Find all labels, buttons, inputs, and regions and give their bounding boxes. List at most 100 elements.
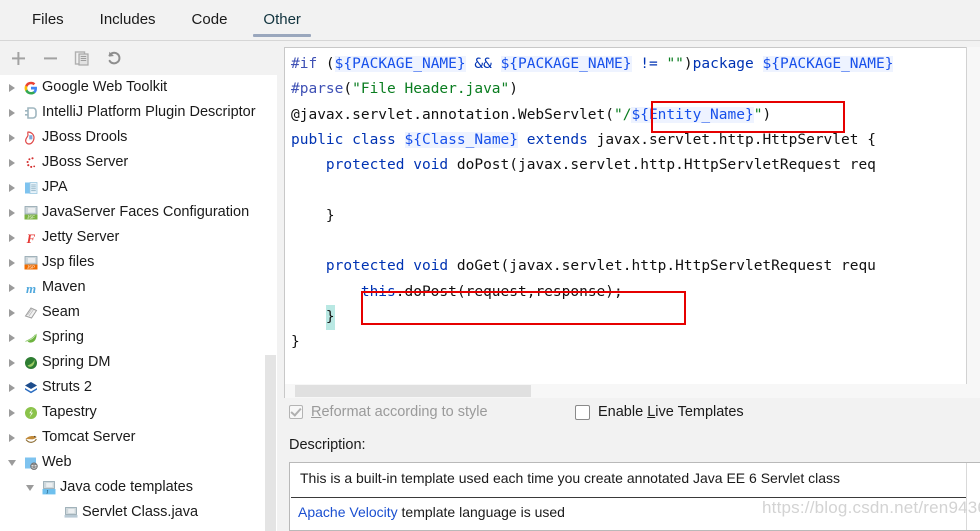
tree-item-spring[interactable]: Spring [0,325,277,350]
code-token: ) [509,81,518,98]
panel-splitter[interactable] [277,41,282,531]
tree-item-tapestry[interactable]: Tapestry [0,400,277,425]
tree-item-spring-dm[interactable]: Spring DM [0,350,277,375]
code-token: void [413,157,449,174]
chevron-right-icon[interactable] [4,400,20,425]
tab-code[interactable]: Code [174,0,246,40]
tree-item-java-code-templates[interactable]: J Java code templates [0,475,277,500]
tree-item-label: Java code templates [60,479,193,495]
chevron-down-icon[interactable] [4,450,20,475]
tab-list: Files Includes Code Other [0,0,980,40]
tree-item-seam[interactable]: Seam [0,300,277,325]
chevron-right-icon[interactable] [4,75,20,100]
description-vertical-scrollbar[interactable] [966,463,980,530]
live-templates-checkbox[interactable] [575,404,590,420]
code-token: #if [291,56,318,72]
tree-item-label: Jetty Server [42,229,120,245]
tree-item-google-web-toolkit[interactable]: Google Web Toolkit [0,75,277,100]
tree-scroll-thumb[interactable] [265,355,276,531]
add-button[interactable] [6,46,30,70]
live-templates-checkbox-row[interactable]: Enable Live Templates [575,404,744,420]
watermark: https://blog.csdn.net/ren9436 [762,498,980,517]
chevron-right-icon[interactable] [4,325,20,350]
code-token: } [291,207,335,224]
code-text: #if (${PACKAGE_NAME} && ${PACKAGE_NAME} … [291,52,894,356]
tree-item-jetty-server[interactable]: F Jetty Server [0,225,277,250]
jboss-icon [26,156,36,168]
live-templates-checkbox-label: Enable Live Templates [598,404,744,420]
code-token: ) [683,56,693,72]
tree-item-jboss-drools[interactable]: JBoss Drools [0,125,277,150]
tree-item-maven[interactable]: m Maven [0,275,277,300]
editor-horizontal-scrollbar[interactable] [284,384,980,398]
chevron-down-icon[interactable] [22,475,38,500]
tab-files[interactable]: Files [14,0,82,40]
chevron-right-icon[interactable] [4,275,20,300]
code-line: @javax.servlet.annotation.WebServlet("/$… [291,103,893,128]
tree-item-struts-2[interactable]: Struts 2 [0,375,277,400]
reformat-checkbox[interactable] [289,405,303,419]
tree-item-javaserver-faces-configuration[interactable]: JSF JavaServer Faces Configuration [0,200,277,225]
code-token: } [291,334,300,351]
tab-includes[interactable]: Includes [82,0,174,40]
chevron-right-icon[interactable] [4,425,20,450]
spring-dm-icon-wrap [20,350,42,375]
tree-item-label: JBoss Server [42,154,129,170]
chevron-right-icon[interactable] [4,225,20,250]
chevron-right-icon[interactable] [4,125,20,150]
editor-hscroll-thumb[interactable] [295,385,531,397]
file-and-code-templates-window: Files Includes Code Other Google Web Too… [0,0,980,531]
tree-item-tomcat-server[interactable]: Tomcat Server [0,425,277,450]
code-token: protected [325,258,405,275]
reformat-checkbox-row[interactable]: Reformat according to style [289,404,488,420]
chevron-right-icon[interactable] [4,350,20,375]
tab-other-label: Other [263,11,301,28]
tree-item-jpa[interactable]: JPA [0,175,277,200]
tree-vertical-scrollbar[interactable] [264,109,277,531]
chevron-right-icon[interactable] [4,200,20,225]
tree-item-servlet-class-java[interactable]: Servlet Class.java [0,500,277,525]
jsf-icon-wrap: JSF [20,200,42,225]
chevron-right-icon[interactable] [4,250,20,275]
copy-icon [74,50,89,66]
revert-button[interactable] [102,46,126,70]
tree-item-intellij-platform-plugin-descriptor[interactable]: IntelliJ Platform Plugin Descriptor [0,100,277,125]
chevron-right-icon[interactable] [4,150,20,175]
tree-toolbar [0,41,277,76]
svg-text:JSP: JSP [27,264,35,269]
svg-text:m: m [26,281,36,296]
code-token: ${Entity_Name} [631,106,754,123]
svg-text:F: F [26,231,36,246]
servlet-file-icon-wrap [60,500,82,525]
struts-icon-wrap [20,375,42,400]
chevron-right-icon[interactable] [4,375,20,400]
template-tree[interactable]: Google Web Toolkit IntelliJ Platform Plug… [0,75,277,531]
tree-item-jsp-files[interactable]: JSP Jsp files [0,250,277,275]
code-token: ) [762,106,772,123]
tree-item-label: Jsp files [42,254,95,270]
tab-other[interactable]: Other [245,0,319,40]
chevron-right-icon[interactable] [4,100,20,125]
code-token: protected [325,157,405,174]
tree-item-jboss-server[interactable]: JBoss Server [0,150,277,175]
editor-vertical-scrollbar[interactable] [966,47,980,384]
chevron-right-icon[interactable] [4,300,20,325]
code-token: doGet(javax.servlet.http.HttpServletRequ… [448,258,876,275]
tab-code-label: Code [191,11,228,28]
chevron-right-icon[interactable] [4,175,20,200]
seam-icon [24,306,38,319]
code-line: protected void doGet(javax.servlet.http.… [291,254,893,279]
tapestry-icon [25,406,37,419]
copy-button[interactable] [70,46,94,70]
template-code-editor[interactable]: #if (${PACKAGE_NAME} && ${PACKAGE_NAME} … [284,47,980,386]
apache-velocity-link[interactable]: Apache Velocity [298,504,398,520]
reformat-checkbox-label: Reformat according to style [311,404,488,420]
tree-item-web[interactable]: Web [0,450,277,475]
remove-button[interactable] [38,46,62,70]
tree-item-label: JPA [42,179,68,195]
